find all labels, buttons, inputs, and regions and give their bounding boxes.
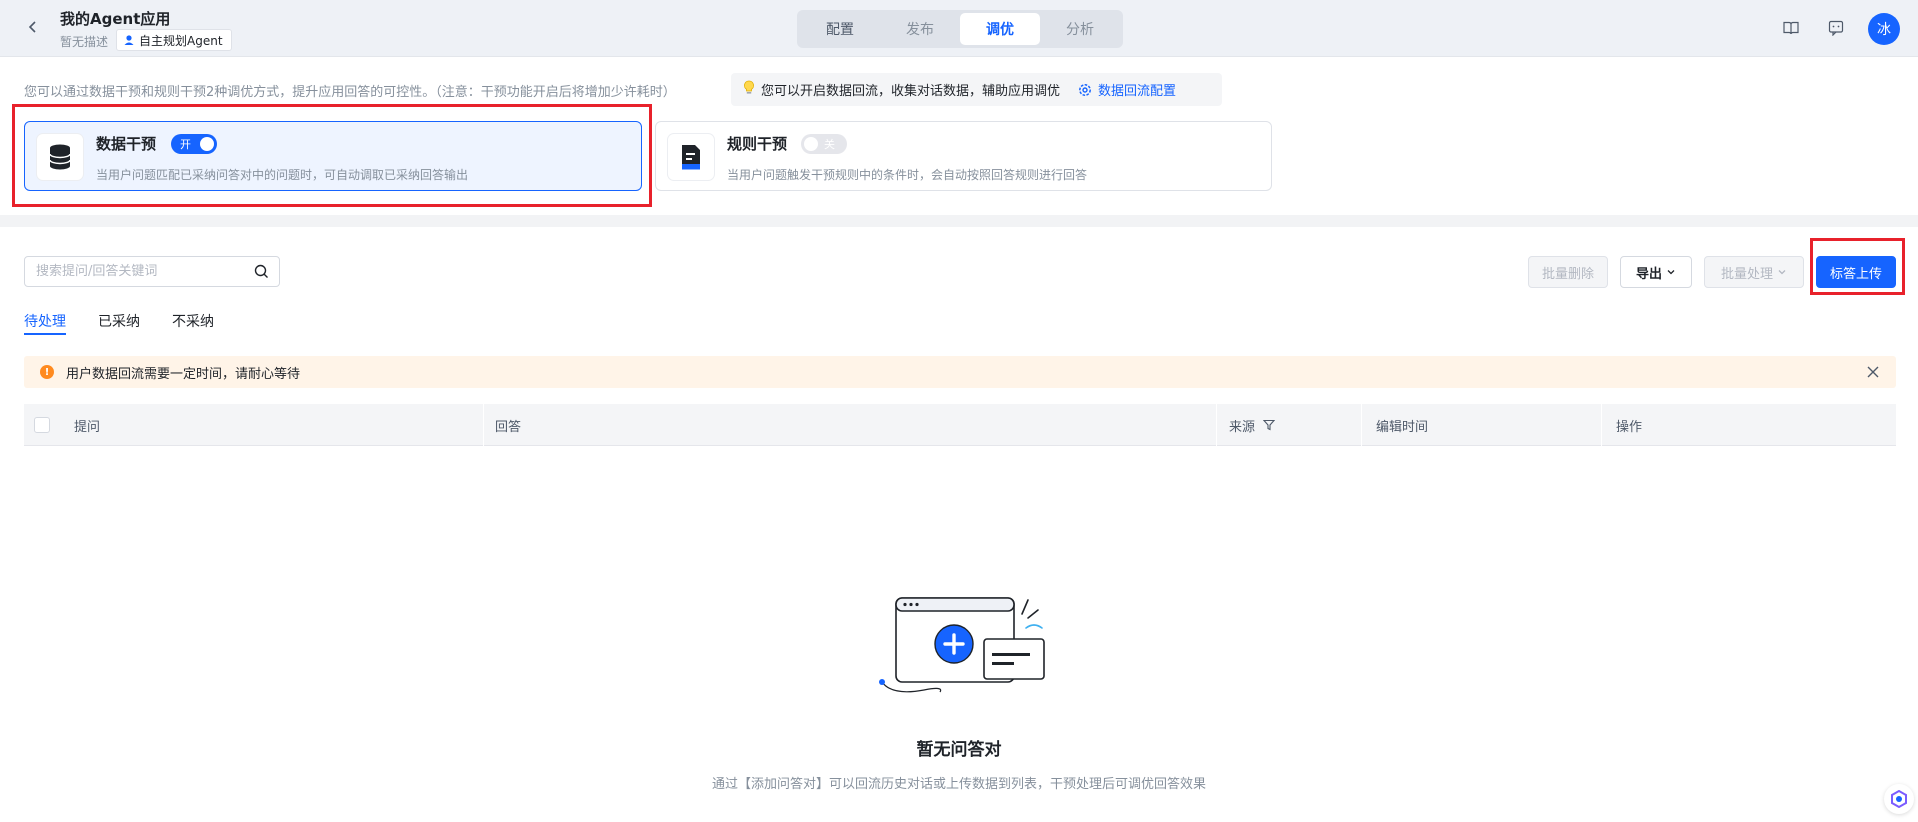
column-separator [483, 404, 484, 446]
card-title: 规则干预 [727, 135, 788, 153]
assistant-logo-icon[interactable] [1884, 784, 1914, 814]
agent-type-tag: 自主规划Agent [116, 29, 232, 51]
empty-state-title: 暂无问答对 [916, 740, 1002, 760]
app-title: 我的Agent应用 [60, 10, 171, 28]
highlight-box-data-intervention [12, 104, 652, 207]
tip-text: 您可以开启数据回流，收集对话数据，辅助应用调优 [761, 84, 1061, 99]
book-icon[interactable] [1781, 18, 1801, 38]
batch-process-label: 批量处理 [1720, 266, 1773, 282]
rule-intervention-card[interactable]: 规则干预 关 当用户问题触发干预规则中的条件时，会自动按照回答规则进行回答 [655, 121, 1272, 191]
warning-icon: ! [40, 365, 54, 379]
rule-document-icon [668, 134, 714, 180]
agent-icon [124, 35, 134, 45]
tab-analysis[interactable]: 分析 [1040, 13, 1120, 45]
alert-text: 用户数据回流需要一定时间，请耐心等待 [66, 366, 301, 382]
tab-config[interactable]: 配置 [800, 13, 880, 45]
gear-icon [1079, 83, 1091, 96]
data-reflow-tip: 您可以开启数据回流，收集对话数据，辅助应用调优 数据回流配置 [731, 73, 1222, 106]
highlight-box-upload [1810, 238, 1905, 295]
search-icon[interactable] [254, 264, 269, 283]
intro-text: 您可以通过数据干预和规则干预2种调优方式，提升应用回答的可控性。（注意：干预功能… [24, 85, 676, 100]
info-alert: ! 用户数据回流需要一定时间，请耐心等待 [24, 356, 1896, 388]
subtab-pending[interactable]: 待处理 [24, 311, 66, 331]
empty-state-illustration [879, 597, 1045, 693]
export-label: 导出 [1635, 266, 1662, 282]
tab-publish[interactable]: 发布 [880, 13, 960, 45]
toggle-knob [804, 137, 818, 151]
agent-tag-label: 自主规划Agent [139, 33, 223, 48]
export-button[interactable]: 导出 [1620, 256, 1692, 288]
column-source: 来源 [1229, 404, 1276, 446]
select-all-checkbox[interactable] [34, 417, 50, 433]
subtab-rejected[interactable]: 不采纳 [172, 311, 214, 331]
section-divider [0, 215, 1918, 227]
card-description: 当用户问题触发干预规则中的条件时，会自动按照回答规则进行回答 [727, 168, 1088, 182]
chevron-down-icon [1667, 270, 1675, 275]
user-avatar[interactable]: 冰 [1868, 13, 1900, 45]
column-separator [1361, 404, 1362, 446]
app-description: 暂无描述 [60, 35, 109, 49]
search-box[interactable] [24, 256, 280, 287]
close-icon[interactable] [1866, 365, 1880, 383]
search-input[interactable] [36, 257, 246, 286]
subtab-adopted[interactable]: 已采纳 [98, 311, 140, 331]
tip-link-label: 数据回流配置 [1098, 84, 1177, 99]
chevron-left-icon [28, 21, 36, 33]
batch-process-button[interactable]: 批量处理 [1704, 256, 1804, 288]
column-source-label: 来源 [1229, 419, 1256, 435]
column-actions: 操作 [1616, 419, 1643, 435]
back-button[interactable] [22, 16, 44, 38]
rule-intervention-toggle[interactable]: 关 [801, 134, 847, 154]
lightbulb-icon [743, 80, 755, 99]
column-separator [1601, 404, 1602, 446]
feedback-icon[interactable] [1826, 18, 1846, 38]
column-separator [1216, 404, 1217, 446]
column-answer: 回答 [495, 419, 522, 435]
main-tabs: 配置 发布 调优 分析 [797, 10, 1123, 48]
app-header: 我的Agent应用 暂无描述 自主规划Agent 配置 发布 调优 分析 冰 [0, 0, 1918, 57]
column-edit-time: 编辑时间 [1376, 419, 1429, 435]
toggle-label: 关 [824, 138, 835, 151]
batch-delete-button[interactable]: 批量删除 [1528, 256, 1608, 288]
empty-state-description: 通过【添加问答对】可以回流历史对话或上传数据到列表，干预处理后可调优回答效果 [711, 777, 1206, 792]
filter-icon[interactable] [1263, 419, 1276, 431]
table-header: 提问 回答 来源 编辑时间 操作 [24, 404, 1896, 446]
chevron-down-icon [1778, 270, 1786, 275]
active-subtab-indicator [24, 333, 66, 335]
data-reflow-config-link[interactable]: 数据回流配置 [1078, 80, 1176, 99]
tab-tuning[interactable]: 调优 [960, 13, 1040, 45]
column-question: 提问 [74, 419, 101, 435]
